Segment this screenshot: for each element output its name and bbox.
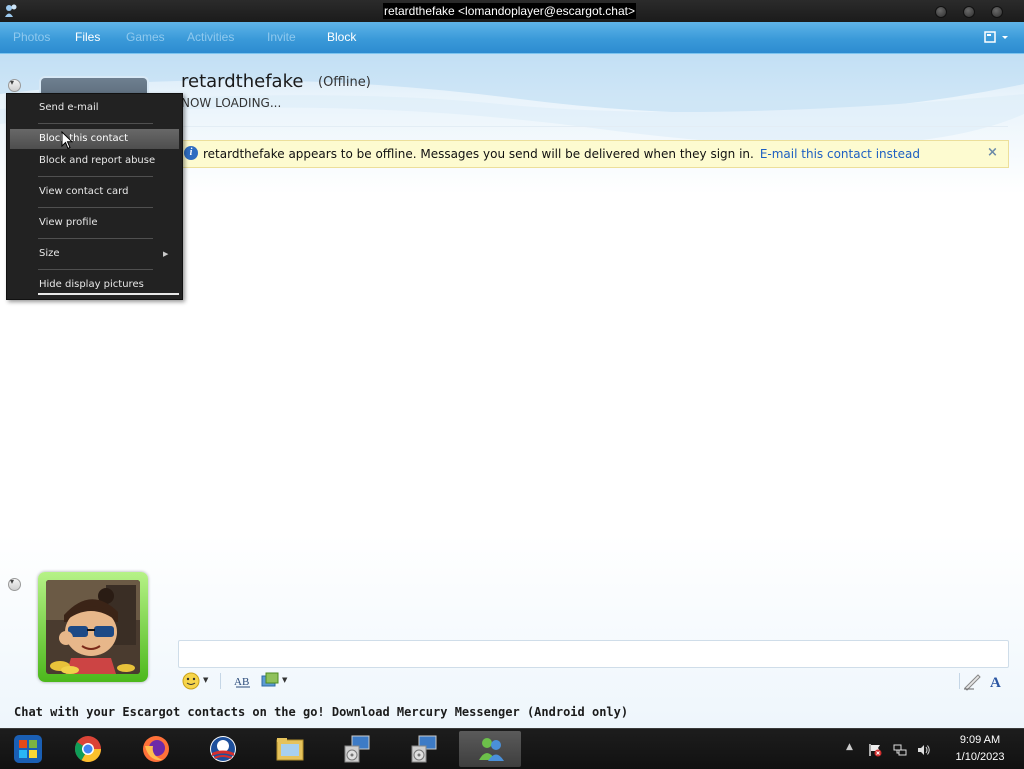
- send-image-dropdown-icon[interactable]: ▼: [282, 676, 287, 684]
- menu-item-hide-display-pictures[interactable]: Hide display pictures: [10, 275, 179, 295]
- send-image-icon[interactable]: [260, 671, 280, 691]
- menu-invite[interactable]: Invite: [267, 30, 296, 44]
- header-divider: [178, 126, 1008, 127]
- close-icon[interactable]: ×: [987, 145, 998, 160]
- menu-separator: [38, 269, 153, 270]
- clock-date[interactable]: 1/10/2023: [946, 751, 1014, 763]
- emoticon-dropdown-icon[interactable]: ▼: [203, 676, 208, 684]
- menu-item-send-email[interactable]: Send e-mail: [10, 98, 179, 118]
- spellcheck-icon[interactable]: AB: [233, 671, 253, 691]
- avatar: [46, 580, 140, 674]
- offline-message-text: retardthefake appears to be offline. Mes…: [203, 147, 754, 161]
- own-display-picture: [46, 580, 140, 674]
- toolbar-separator: [959, 673, 960, 689]
- taskbar-chrome[interactable]: [56, 731, 118, 767]
- clock-time[interactable]: 9:09 AM: [950, 734, 1010, 746]
- conversation-toolbar: Photos Files Games Activities Invite Blo…: [0, 22, 1024, 54]
- contact-status: (Offline): [318, 75, 371, 90]
- installer-icon: [344, 735, 370, 763]
- taskbar-file-explorer[interactable]: [258, 731, 320, 767]
- minimize-button[interactable]: [935, 6, 947, 18]
- network-icon[interactable]: [893, 743, 907, 757]
- maximize-button[interactable]: [963, 6, 975, 18]
- contact-personal-message: NOW LOADING...: [181, 96, 282, 110]
- menu-item-block-report-abuse[interactable]: Block and report abuse: [10, 151, 179, 171]
- menu-games[interactable]: Games: [126, 30, 165, 44]
- menu-separator: [38, 176, 153, 177]
- font-icon[interactable]: A: [987, 671, 1007, 691]
- taskbar-installer-1[interactable]: [325, 731, 387, 767]
- emoticon-icon[interactable]: [181, 671, 201, 691]
- window-title: retardthefake <lomandoplayer@escargot.ch…: [383, 3, 636, 19]
- action-center-flag-icon[interactable]: [868, 743, 882, 757]
- close-button[interactable]: [991, 6, 1003, 18]
- installer-icon: [411, 735, 437, 763]
- taskbar-installer-2[interactable]: [392, 731, 454, 767]
- mouse-cursor-icon: [61, 131, 73, 150]
- volume-icon[interactable]: [917, 743, 931, 757]
- formatting-toolbar: ▼ AB ▼ A: [178, 668, 1007, 694]
- menu-item-view-contact-card[interactable]: View contact card: [10, 182, 179, 202]
- menu-separator: [38, 207, 153, 208]
- submenu-arrow-icon: ▶: [163, 250, 169, 258]
- chrome-icon: [74, 736, 102, 763]
- firefox-icon: [143, 736, 169, 762]
- toolbar-separator: [220, 673, 221, 689]
- show-hidden-icons-icon[interactable]: ▲: [846, 742, 860, 756]
- menu-bottom-line: [38, 293, 179, 295]
- collapse-own-dp-button[interactable]: ▾: [8, 577, 21, 591]
- offline-info-bar: i retardthefake appears to be offline. M…: [178, 140, 1009, 168]
- messenger-app-icon[interactable]: [3, 3, 19, 19]
- menu-files[interactable]: Files: [75, 30, 100, 44]
- contact-name: retardthefake: [181, 71, 304, 92]
- start-button[interactable]: [0, 731, 58, 767]
- taskbar-obama-app[interactable]: [191, 731, 253, 767]
- advertisement-text[interactable]: Chat with your Escargot contacts on the …: [14, 705, 628, 719]
- menu-item-block-contact[interactable]: Block this contact: [10, 129, 179, 149]
- taskbar: ▲ 9:09 AM 1/10/2023: [0, 728, 1024, 769]
- svg-text:AB: AB: [234, 676, 249, 688]
- display-picture-context-menu: Send e-mail Block this contact Block and…: [6, 93, 183, 300]
- menu-item-view-profile[interactable]: View profile: [10, 213, 179, 233]
- handwriting-icon[interactable]: [962, 671, 982, 691]
- obama-logo-icon: [210, 736, 236, 762]
- menu-separator: [38, 238, 153, 239]
- menu-item-size[interactable]: Size: [10, 244, 179, 264]
- folder-icon: [276, 738, 304, 761]
- own-display-picture-frame[interactable]: [38, 572, 148, 682]
- menu-separator: [38, 123, 153, 124]
- collapse-contact-dp-button[interactable]: ▾: [8, 78, 21, 92]
- options-menu-icon[interactable]: [982, 29, 1012, 45]
- offline-message: retardthefake appears to be offline. Mes…: [203, 147, 920, 161]
- menu-block[interactable]: Block: [327, 30, 356, 44]
- taskbar-messenger[interactable]: [459, 731, 521, 767]
- messenger-icon: [479, 738, 504, 761]
- menu-activities[interactable]: Activities: [187, 30, 234, 44]
- start-orb-icon: [14, 735, 42, 763]
- info-icon: i: [184, 146, 198, 160]
- taskbar-firefox[interactable]: [124, 731, 186, 767]
- email-contact-link[interactable]: E-mail this contact instead: [760, 147, 920, 161]
- title-bar: retardthefake <lomandoplayer@escargot.ch…: [0, 0, 1024, 22]
- svg-text:A: A: [990, 675, 1001, 691]
- menu-photos[interactable]: Photos: [13, 30, 50, 44]
- message-input[interactable]: [178, 640, 1009, 668]
